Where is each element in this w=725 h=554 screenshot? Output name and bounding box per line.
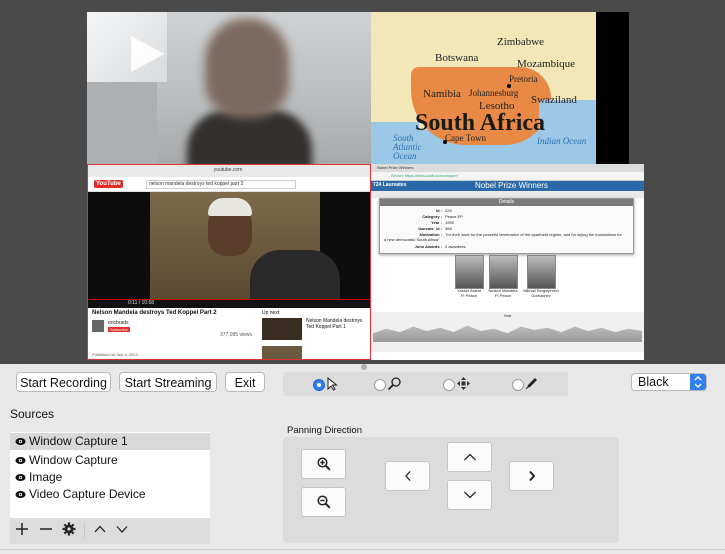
cursor-icon [327,376,339,394]
color-select-value: Black [638,375,669,389]
map-image-source: Zimbabwe Botswana Mozambique Namibia Pre… [371,12,596,164]
source-item-window-capture-1[interactable]: Window Capture 1 [10,433,210,450]
pan-right-button[interactable] [509,461,554,491]
chevron-left-icon [404,471,410,481]
thumbnail [262,318,302,340]
sources-list: Window Capture 1 Window Capture Image Vi… [10,432,210,518]
eye-icon[interactable] [15,489,26,500]
eye-icon[interactable] [15,436,26,447]
video-title: Nelson Mandela destroys Ted Koppel Part … [92,310,217,316]
zoom-out-icon [316,495,331,509]
zoom-in-button[interactable] [301,449,346,479]
exit-button[interactable]: Exit [225,372,265,392]
map-title: South Africa [415,110,546,136]
browser-url: youtube.com [213,167,243,173]
up-next-label: Up next [262,310,280,316]
source-item-window-capture[interactable]: Window Capture [10,452,210,469]
map-label: Zimbabwe [497,36,545,48]
source-item-image[interactable]: Image [10,469,210,486]
map-label: Swaziland [531,94,577,106]
source-item-video-capture-device[interactable]: Video Capture Device [10,486,210,503]
pan-tool-radio[interactable] [443,379,455,391]
video-frame: 0:11 / 10:58 [88,192,370,308]
window-capture-youtube: youtube.com YouTube nelson mandela destr… [87,164,371,360]
draw-tool-radio[interactable] [512,379,524,391]
map-label: Pretoria [509,74,538,84]
timeline-label: Year [503,313,512,318]
publish-date: Published on Sep 4, 2013 [92,352,138,357]
color-select[interactable]: Black [631,373,707,391]
eye-icon[interactable] [15,455,26,466]
divider [0,549,725,550]
laureate-name: Mikhail Sergeyevich Gorbachev [523,288,559,298]
video-time: 0:11 / 10:58 [128,300,155,306]
browser-tab: Nobel Prize Winners [377,165,414,170]
youtube-logo: YouTube [94,180,123,188]
pan-down-button[interactable] [447,480,492,510]
map-ocean-label: South Atlantic Ocean [393,133,422,161]
select-tool-radio[interactable] [313,379,325,391]
pen-icon [525,376,539,393]
details-card: Details Id :225 Category : Peace EP Year … [379,198,634,254]
source-label: Window Capture [29,453,118,467]
zoom-out-button[interactable] [301,487,346,517]
portrait-image [489,255,518,289]
browser-address: Secure https://beta.wolfr.io/developer/ [391,173,458,178]
source-label: Window Capture 1 [29,434,128,448]
webcam-capture [87,12,371,164]
add-source-icon[interactable] [15,522,29,541]
select-arrows-icon [690,374,706,390]
map-label: Botswana [435,52,479,64]
start-recording-button[interactable]: Start Recording [16,372,111,392]
eye-icon[interactable] [15,472,26,483]
laureate-count: 724 Laureates [373,182,407,188]
magnifier-icon [387,377,401,394]
move-arrows-icon [456,376,471,394]
zoom-tool-radio[interactable] [374,379,386,391]
map-label: Johannesburg [469,88,519,98]
channel-avatar [92,320,104,332]
panning-heading: Panning Direction [287,425,362,436]
map-label: Mozambique [517,58,576,70]
zoom-in-icon [316,457,331,471]
preview-empty-area [596,12,629,164]
window-capture-nobel: Nobel Prize Winners Secure https://beta.… [371,164,644,360]
preview-canvas[interactable]: Zimbabwe Botswana Mozambique Namibia Pre… [0,0,725,370]
youtube-search: nelson mandela destroys ted koppel part … [146,180,296,189]
portrait-image [455,255,484,289]
channel-name: ericbrads [108,320,129,326]
start-streaming-button[interactable]: Start Streaming [119,372,217,392]
move-up-icon[interactable] [93,522,107,541]
chevron-right-icon [528,470,535,482]
view-count: 377,095 views [220,332,252,338]
panning-panel [283,437,619,543]
sources-toolbar [10,518,210,544]
details-title: Details [380,199,633,206]
chevron-up-icon [463,453,476,461]
splitter-handle[interactable] [361,364,367,370]
map-ocean-label: Indian Ocean [537,136,587,146]
map-label: Namibia [423,88,461,100]
portrait-image [527,255,556,289]
tool-selector [283,372,568,396]
move-down-icon[interactable] [115,522,129,541]
pan-up-button[interactable] [447,442,492,472]
source-label: Image [29,470,63,484]
nobel-title: Nobel Prize Winners [475,181,548,190]
chevron-down-icon [463,491,476,499]
sources-heading: Sources [10,407,55,421]
side-video-title: Nelson Mandela destroys Ted Koppel Part … [306,318,363,330]
remove-source-icon[interactable] [39,522,53,541]
pan-left-button[interactable] [385,461,430,491]
gear-icon[interactable] [62,522,76,541]
thumbnail [262,346,302,359]
source-label: Video Capture Device [29,487,146,501]
subscribe-badge: Subscribe [108,327,130,332]
